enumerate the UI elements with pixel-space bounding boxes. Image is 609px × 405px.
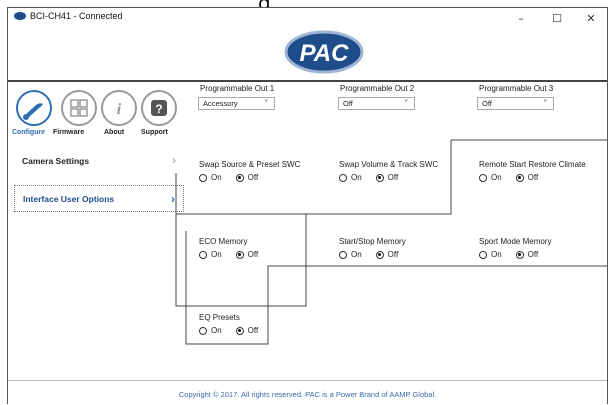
- out1-label: Programmable Out 1: [200, 84, 275, 93]
- radio-off-label: Off: [387, 250, 399, 259]
- sport-mode-memory-radio-group: On Off: [479, 250, 538, 259]
- start-stop-memory-label: Start/Stop Memory: [339, 237, 406, 246]
- radio-on-label: On: [211, 173, 222, 182]
- remote-start-label: Remote Start Restore Climate: [479, 160, 586, 169]
- options-panel-outline: [175, 139, 607, 345]
- swap-source-label: Swap Source & Preset SWC: [199, 160, 301, 169]
- remote-start-radio-group: On Off: [479, 173, 538, 182]
- radio-on-label: On: [211, 250, 222, 259]
- radio-on-label: On: [491, 250, 502, 259]
- eq-presets-label: EQ Presets: [199, 313, 240, 322]
- swap-source-radio-group: On Off: [199, 173, 258, 182]
- radio-on-label: On: [351, 173, 362, 182]
- radio-on[interactable]: [199, 250, 207, 259]
- radio-on[interactable]: [199, 173, 207, 182]
- out2-label: Programmable Out 2: [340, 84, 415, 93]
- chevron-down-icon: ˅: [404, 99, 408, 105]
- radio-on[interactable]: [199, 326, 207, 335]
- chevron-down-icon: ˅: [264, 99, 268, 105]
- copyright-footer: Copyright © 2017. All rights reserved. P…: [178, 390, 437, 399]
- radio-off-label: Off: [387, 173, 399, 182]
- footer-divider: [8, 380, 607, 381]
- out2-value: Off: [343, 99, 353, 108]
- radio-off-label: Off: [527, 250, 539, 259]
- radio-on-label: On: [351, 250, 362, 259]
- radio-off[interactable]: [515, 173, 524, 182]
- out3-label: Programmable Out 3: [479, 84, 554, 93]
- radio-on[interactable]: [479, 250, 487, 259]
- radio-off-label: Off: [527, 173, 539, 182]
- radio-off[interactable]: [515, 250, 524, 259]
- radio-off-label: Off: [247, 326, 259, 335]
- radio-off[interactable]: [235, 250, 244, 259]
- eco-memory-radio-group: On Off: [199, 250, 258, 259]
- radio-on-label: On: [211, 326, 222, 335]
- out1-value: Accessory: [203, 99, 238, 108]
- top-strip: g: [0, 0, 609, 15]
- out2-select[interactable]: Off ˅: [338, 97, 415, 110]
- chevron-down-icon: ˅: [543, 99, 547, 105]
- out3-value: Off: [482, 99, 492, 108]
- out1-select[interactable]: Accessory ˅: [198, 97, 275, 110]
- radio-off[interactable]: [375, 173, 384, 182]
- eco-memory-label: ECO Memory: [199, 237, 248, 246]
- radio-on[interactable]: [479, 173, 487, 182]
- radio-off[interactable]: [235, 326, 244, 335]
- swap-volume-radio-group: On Off: [339, 173, 398, 182]
- out3-select[interactable]: Off ˅: [477, 97, 554, 110]
- app-window: BCI-CH41 - Connected – ☐ ✕ PAC i ? Confi…: [7, 7, 608, 404]
- radio-on-label: On: [491, 173, 502, 182]
- radio-off[interactable]: [235, 173, 244, 182]
- sport-mode-memory-label: Sport Mode Memory: [479, 237, 552, 246]
- radio-on[interactable]: [339, 173, 347, 182]
- radio-on[interactable]: [339, 250, 347, 259]
- eq-presets-radio-group: On Off: [199, 326, 258, 335]
- radio-off[interactable]: [375, 250, 384, 259]
- start-stop-memory-radio-group: On Off: [339, 250, 398, 259]
- swap-volume-label: Swap Volume & Track SWC: [339, 160, 439, 169]
- radio-off-label: Off: [247, 173, 259, 182]
- radio-off-label: Off: [247, 250, 259, 259]
